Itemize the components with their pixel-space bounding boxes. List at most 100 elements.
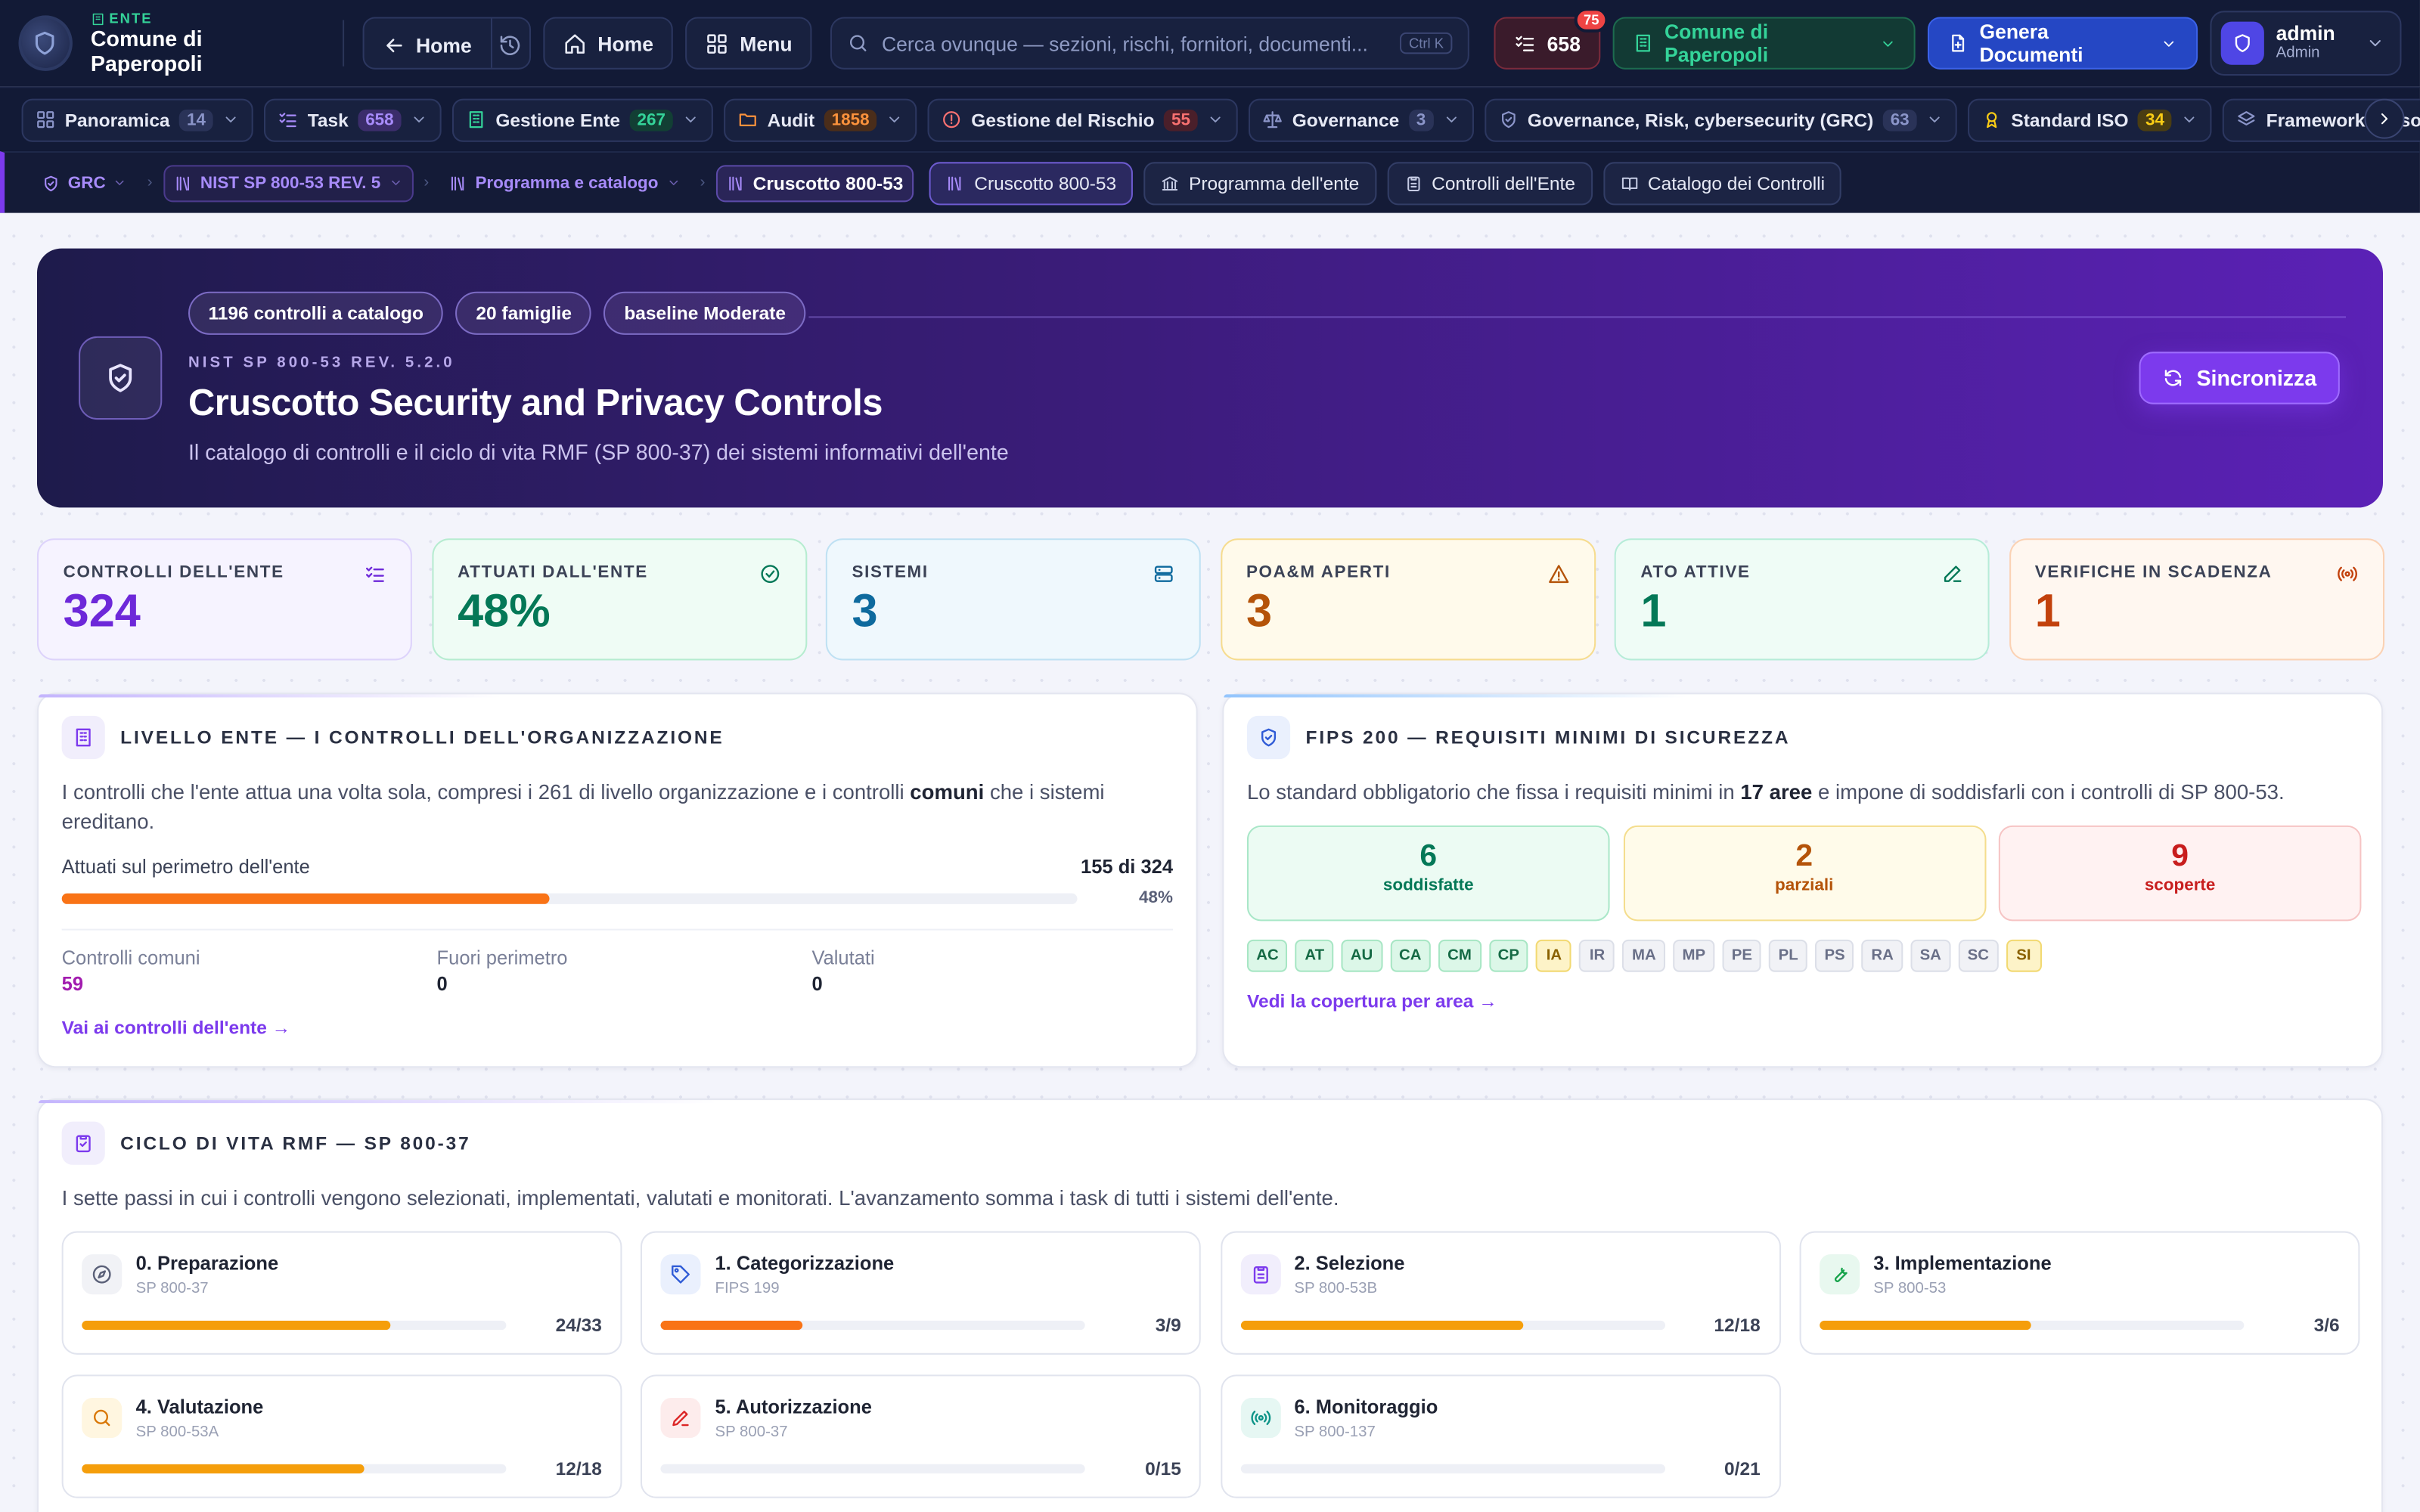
rmf-step-6[interactable]: 6. Monitoraggio SP 800-137 0/21 <box>1220 1374 1781 1498</box>
breadcrumb-nist-label: NIST SP 800-53 REV. 5 <box>200 173 381 193</box>
page-subtitle: Il catalogo di controlli e il ciclo di v… <box>188 439 1009 465</box>
stat-card-2[interactable]: SISTEMI 3 <box>825 538 1201 661</box>
stat-card-5[interactable]: VERIFICHE IN SCADENZA 1 <box>2009 538 2384 661</box>
fips-area-chip[interactable]: PS <box>1815 939 1854 972</box>
library-icon <box>451 175 464 191</box>
ente-label: Comune di Paperopoli <box>1665 20 1769 67</box>
search-shortcut: Ctrl K <box>1399 32 1454 54</box>
rmf-step-progress-fill <box>1819 1320 2032 1331</box>
module-tab-2[interactable]: Gestione Ente 267 <box>452 98 714 141</box>
avatar <box>2220 21 2264 65</box>
module-tab-5[interactable]: Governance 3 <box>1249 98 1474 141</box>
chevron-down-icon <box>391 180 399 185</box>
ente-progress-count: 155 di 324 <box>1081 856 1174 878</box>
stat-card-0[interactable]: CONTROLLI DELL'ENTE 324 <box>36 538 412 661</box>
sync-button[interactable]: Sincronizza <box>2139 352 2340 404</box>
modules-scroll-right-button[interactable] <box>2364 98 2405 139</box>
module-tab-7[interactable]: Standard ISO 34 <box>1968 98 2213 141</box>
rmf-step-progress <box>82 1320 507 1331</box>
fips-area-chip[interactable]: AT <box>1295 939 1334 972</box>
user-menu[interactable]: admin Admin <box>2209 11 2402 76</box>
quick-link-2[interactable]: Controlli dell'Ente <box>1386 161 1593 205</box>
fips-areas: AC AT AU CA CM CP IA IR MA MP PE PL PS RA SA SC SI <box>1246 939 2042 972</box>
ente-metric: Controlli comuni 59 <box>62 947 200 995</box>
module-tab-4[interactable]: Gestione del Rischio 55 <box>928 98 1239 141</box>
ente-selector[interactable]: Comune di Paperopoli <box>1612 17 1916 70</box>
rmf-step-title: 3. Implementazione <box>1873 1253 2052 1275</box>
rmf-card-header: CICLO DI VITA RMF — SP 800-37 <box>61 1121 471 1165</box>
chevron-down-icon <box>1929 116 1940 122</box>
breadcrumb-separator: › <box>700 174 706 192</box>
quick-link-1[interactable]: Programma dell'ente <box>1143 161 1376 205</box>
fips-area-chip[interactable]: PL <box>1769 939 1808 972</box>
ente-logo[interactable] <box>18 15 73 71</box>
fips-area-chip[interactable]: PE <box>1722 939 1762 972</box>
building-icon <box>469 111 483 129</box>
breadcrumb-grc[interactable]: GRC <box>33 164 137 201</box>
module-count: 1858 <box>824 108 877 131</box>
fips-area-chip[interactable]: MA <box>1622 939 1665 972</box>
library-icon <box>176 175 189 191</box>
fips-area-chip[interactable]: MP <box>1673 939 1715 972</box>
breadcrumb-current: Cruscotto 800-53 <box>715 164 914 202</box>
fips-area-chip[interactable]: CA <box>1389 939 1431 972</box>
breadcrumb-program[interactable]: Programma e catalogo <box>440 164 690 201</box>
fips-area-chip[interactable]: SI <box>2006 939 2042 972</box>
ente-controls-link[interactable]: Vai ai controlli dell'ente → <box>62 1017 291 1039</box>
rmf-step-4[interactable]: 4. Valutazione SP 800-53A 12/18 <box>61 1374 622 1498</box>
stat-card-3[interactable]: POA&M APERTI 3 <box>1220 538 1596 661</box>
fips-area-chip[interactable]: AC <box>1246 939 1288 972</box>
module-label: Gestione del Rischio <box>971 108 1155 131</box>
module-label: Gestione Ente <box>495 108 621 131</box>
global-search-input[interactable]: Cerca ovunque — sezioni, rischi, fornito… <box>830 17 1470 70</box>
refresh-icon <box>2165 370 2182 386</box>
rmf-step-0[interactable]: 0. Preparazione SP 800-37 24/33 <box>61 1231 622 1355</box>
fips-area-chip[interactable]: RA <box>1862 939 1903 972</box>
card-accent <box>39 1100 718 1104</box>
quick-link-0[interactable]: Cruscotto 800-53 <box>929 161 1134 205</box>
fips-box-label: parziali <box>1775 876 1834 895</box>
module-tab-0[interactable]: Panoramica 14 <box>21 98 254 141</box>
rmf-step-1[interactable]: 1. Categorizzazione FIPS 199 3/9 <box>641 1231 1202 1355</box>
module-tab-3[interactable]: Audit 1858 <box>724 98 917 141</box>
fips-area-chip[interactable]: SA <box>1910 939 1951 972</box>
shield-check-icon <box>45 175 57 191</box>
stat-label: VERIFICHE IN SCADENZA <box>2034 562 2273 582</box>
fips-area-chip[interactable]: SC <box>1958 939 1999 972</box>
divider <box>342 20 344 67</box>
fips-area-chip[interactable]: CM <box>1438 939 1481 972</box>
fips-area-chip[interactable]: IA <box>1536 939 1572 972</box>
fips-area-chip[interactable]: CP <box>1488 939 1529 972</box>
module-tab-1[interactable]: Task 658 <box>264 98 442 141</box>
rmf-step-progress <box>1819 1320 2245 1331</box>
stat-card-1[interactable]: ATTUATI DALL'ENTE 48% <box>431 538 807 661</box>
history-button[interactable] <box>490 18 529 68</box>
generate-documents-button[interactable]: Genera Documenti <box>1928 17 2198 70</box>
stat-card-4[interactable]: ATO ATTIVE 1 <box>1614 538 1990 661</box>
rmf-step-3[interactable]: 3. Implementazione SP 800-53 3/6 <box>1799 1231 2360 1355</box>
fips-area-chip[interactable]: IR <box>1579 939 1615 972</box>
stat-value: 324 <box>63 586 141 637</box>
folder-icon <box>740 113 757 127</box>
module-tab-6[interactable]: Governance, Risk, cybersecurity (GRC) 63 <box>1484 98 1957 141</box>
fips-area-chip[interactable]: AU <box>1341 939 1382 972</box>
rmf-step-progress <box>1239 1464 1665 1473</box>
rmf-step-2[interactable]: 2. Selezione SP 800-53B 12/18 <box>1220 1231 1781 1355</box>
home-back-button[interactable]: Home <box>364 18 491 67</box>
menu-button[interactable]: Menu <box>685 17 813 70</box>
ente-progress-pct: 48% <box>1139 888 1174 907</box>
brand[interactable]: ENTE Comune di Paperopoli <box>91 11 311 76</box>
home-button[interactable]: Home <box>543 17 674 70</box>
rmf-step-5[interactable]: 5. Autorizzazione SP 800-37 0/15 <box>641 1374 1202 1498</box>
tasks-button[interactable]: 658 75 <box>1494 8 1609 70</box>
breadcrumb-nist[interactable]: NIST SP 800-53 REV. 5 <box>163 164 414 202</box>
quick-link-3[interactable]: Catalogo dei Controlli <box>1602 161 1842 205</box>
ente-metric-value: 0 <box>811 973 823 996</box>
library-icon <box>948 175 961 191</box>
fips-coverage-link[interactable]: Vedi la copertura per area → <box>1247 990 1497 1012</box>
ente-metric-label: Controlli comuni <box>61 947 200 969</box>
bank-icon <box>1162 175 1178 191</box>
rmf-step-ref: SP 800-37 <box>135 1280 209 1298</box>
building-icon <box>61 715 105 760</box>
fips-box-value: 9 <box>2171 839 2189 874</box>
